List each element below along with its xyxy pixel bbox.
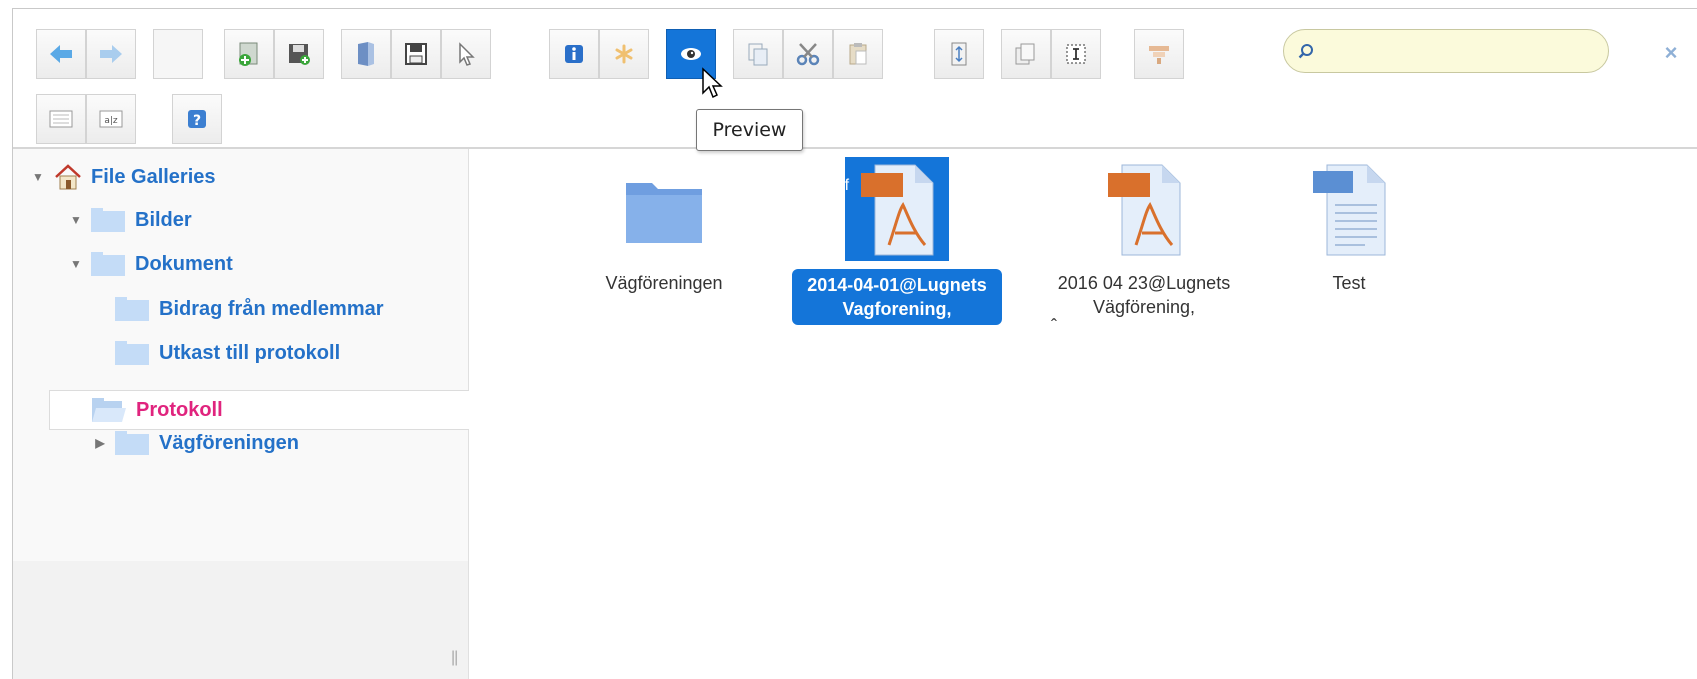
search-box [1283,29,1609,73]
sidebar-item-utkast[interactable]: Utkast till protokoll [115,333,340,373]
file-name: Test [1332,273,1366,293]
folder-tree: ▼ File Galleries ▼ Bilder ▼ Dokument Bid… [13,149,471,679]
tree-root[interactable]: ▼ File Galleries [31,157,216,197]
view-list-button[interactable] [36,94,86,144]
txt-badge: txt [1280,176,1298,193]
expand-arrow-icon[interactable]: ▼ [69,213,83,227]
help-icon: ? [188,110,206,129]
sort-button[interactable]: a|z [86,94,136,144]
folder-icon [91,252,125,276]
folder-icon [115,431,149,455]
copy-icon [748,43,768,66]
open-button[interactable] [341,29,391,79]
asterisk-icon [615,44,633,64]
sidebar-item-dokument[interactable]: ▼ Dokument [69,244,233,284]
floppy-icon [405,43,427,65]
copy-button[interactable] [733,29,783,79]
blank-button[interactable] [153,29,203,79]
open-folder-icon [92,398,126,422]
file-name-line1: 2014-04-01@Lugnets [807,275,987,295]
resize-handle[interactable]: || [451,649,458,667]
svg-text:?: ? [193,113,201,129]
archive-button[interactable] [934,29,984,79]
save-new-button[interactable] [274,29,324,79]
file-manager-window: a|z ? × Preview ▼ File Galleries ▼ Bilde… [12,8,1697,679]
help-button[interactable]: ? [172,94,222,144]
file-name-caret: ˆ [1051,316,1057,336]
sidebar-item-label[interactable]: Protokoll [136,399,223,422]
file-name-line2: Vagforening, [842,299,952,319]
arrow-left-icon [50,45,72,63]
file-item-folder[interactable]: Vägföreningen [549,157,779,297]
pdf-badge: pdf [1073,177,1097,194]
duplicate-button[interactable] [1001,29,1051,79]
sidebar-item-bilder[interactable]: ▼ Bilder [69,200,192,240]
expand-arrow-icon[interactable]: ▼ [31,170,45,184]
rename-icon [1066,44,1086,64]
file-name-line2: Vägförening, [1092,297,1196,317]
paste-icon [849,43,867,65]
search-input[interactable] [1320,35,1608,67]
sidebar-empty-area [13,561,468,679]
info-button[interactable] [549,29,599,79]
select-button[interactable] [441,29,491,79]
svg-text:a|z: a|z [104,116,118,126]
clear-search-icon[interactable]: × [1660,42,1682,64]
back-button[interactable] [36,29,86,79]
txt-file-icon [1313,164,1386,256]
file-name-line1: 2016 04 23@Lugnets [1057,273,1231,293]
sidebar-item-label[interactable]: Bidrag från medlemmar [159,298,384,321]
duplicate-icon [1015,43,1035,65]
cursor-icon [459,42,475,66]
sort-az-icon: a|z [99,110,123,128]
rename-button[interactable] [1051,29,1101,79]
forward-button[interactable] [86,29,136,79]
edit-button[interactable] [1134,29,1184,79]
save-add-icon [289,44,310,65]
archive-icon [951,42,967,66]
toolbar: a|z ? × [13,9,1697,149]
pdf-file-icon [1108,164,1181,256]
save-button[interactable] [391,29,441,79]
file-name: 2016 04 23@Lugnets Vägförening, ˆ [1039,269,1249,335]
open-book-icon [358,42,374,66]
file-name: 2014-04-01@Lugnets Vagforening, [792,269,1002,325]
mouse-cursor-icon [702,67,723,99]
file-icon-container [845,157,949,261]
sidebar-item-vagforeningen[interactable]: ▶ Vägföreningen [93,423,299,463]
file-list: Vägföreningen 2014-04-01@Lugnets Vagfore… [469,149,1697,679]
cut-button[interactable] [783,29,833,79]
sidebar-item-bidrag[interactable]: Bidrag från medlemmar [115,289,384,329]
info-icon [565,45,583,63]
expand-arrow-icon[interactable]: ▼ [69,257,83,271]
folder-icon [115,297,149,321]
collapse-arrow-icon[interactable]: ▶ [93,436,107,450]
arrow-right-icon [100,45,122,63]
edit-icon [1149,46,1169,64]
sidebar-item-label[interactable]: Dokument [135,253,233,276]
search-icon [1298,44,1313,59]
sidebar-item-label[interactable]: Vägföreningen [159,432,299,455]
file-icon-container [1297,157,1401,261]
scissors-icon [796,43,820,66]
home-icon [55,164,81,190]
pdf-badge: pdf [826,177,850,194]
file-icon-container [1092,157,1196,261]
folder-icon [626,183,702,243]
paste-button[interactable] [833,29,883,79]
preview-tooltip: Preview [696,109,803,151]
file-name: Vägföreningen [605,273,723,293]
extract-button[interactable] [599,29,649,79]
eye-icon [681,48,701,60]
folder-icon [91,208,125,232]
pdf-file-icon [861,164,934,256]
file-icon-container [612,157,716,261]
new-folder-button[interactable] [224,29,274,79]
folder-icon [115,341,149,365]
sidebar-item-label[interactable]: Utkast till protokoll [159,342,340,365]
add-folder-icon [239,42,258,66]
list-view-icon [49,110,73,128]
sidebar-item-label[interactable]: Bilder [135,209,192,232]
tree-root-label[interactable]: File Galleries [91,166,216,189]
